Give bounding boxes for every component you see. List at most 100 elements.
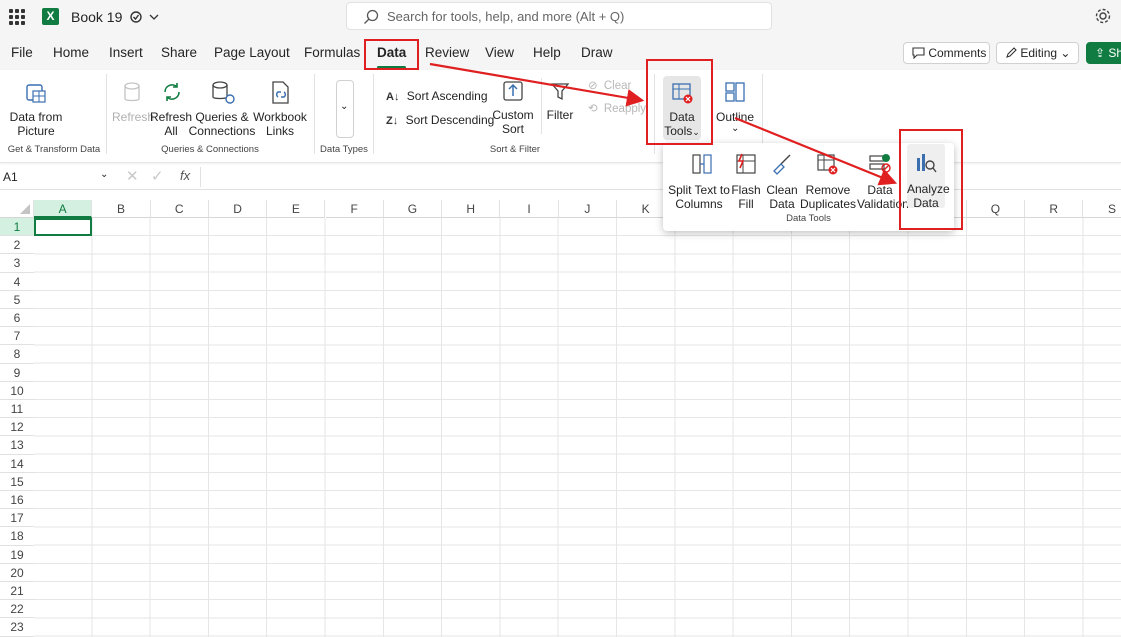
tab-home[interactable]: Home bbox=[53, 45, 89, 60]
editing-mode-button[interactable]: Editing ⌄ bbox=[996, 42, 1079, 64]
clean-data-button[interactable]: Clean Data bbox=[765, 147, 799, 211]
tab-draw[interactable]: Draw bbox=[581, 45, 613, 60]
row-header-19[interactable]: 19 bbox=[0, 546, 34, 564]
tab-review[interactable]: Review bbox=[425, 45, 469, 60]
row-header-11[interactable]: 11 bbox=[0, 400, 34, 419]
column-header-g[interactable]: G bbox=[383, 200, 443, 218]
comment-icon bbox=[912, 47, 925, 60]
reapply-filter-button[interactable]: ⟲ Reapply bbox=[588, 101, 646, 115]
chevron-down-icon: ⌄ bbox=[340, 101, 349, 112]
row-header-16[interactable]: 16 bbox=[0, 491, 34, 510]
row-header-13[interactable]: 13 bbox=[0, 436, 34, 455]
row-header-17[interactable]: 17 bbox=[0, 509, 34, 528]
queries-connections-icon bbox=[212, 81, 235, 104]
column-header-i[interactable]: I bbox=[500, 200, 559, 218]
filter-label: Filter bbox=[546, 108, 574, 122]
data-validation-button[interactable]: Data Validation bbox=[857, 147, 909, 211]
row-header-7[interactable]: 7 bbox=[0, 327, 34, 346]
tab-share[interactable]: Share bbox=[161, 45, 197, 60]
share-label: Sh bbox=[1108, 46, 1121, 60]
row-header-8[interactable]: 8 bbox=[0, 345, 34, 364]
clean-data-label-2: Data bbox=[769, 197, 795, 211]
app-launcher-icon[interactable] bbox=[9, 9, 25, 25]
worksheet-grid: ABCDEFGHIJKLMNOPQRS 12345678910111213141… bbox=[0, 200, 1121, 637]
flash-fill-button[interactable]: Flash Fill bbox=[731, 147, 761, 211]
column-header-b[interactable]: B bbox=[92, 200, 151, 218]
sort-descending-label: Sort Descending bbox=[405, 113, 495, 127]
remove-duplicates-icon bbox=[817, 154, 838, 175]
data-validation-label-2: Validation bbox=[857, 197, 909, 211]
excel-logo-icon: X bbox=[42, 8, 59, 25]
row-header-1[interactable]: 1 bbox=[0, 218, 34, 237]
row-header-4[interactable]: 4 bbox=[0, 273, 34, 291]
row-header-6[interactable]: 6 bbox=[0, 309, 34, 328]
name-box[interactable]: A1 ⌄ bbox=[0, 165, 112, 189]
check-icon[interactable]: ✓ bbox=[151, 167, 164, 185]
clear-filter-icon: ⊘ bbox=[588, 80, 598, 92]
refresh-all-label-1: Refresh bbox=[150, 110, 193, 124]
select-all-triangle-icon bbox=[20, 204, 30, 214]
sync-status-icon bbox=[130, 11, 159, 23]
column-header-d[interactable]: D bbox=[208, 200, 268, 218]
insert-function-icon[interactable]: fx bbox=[180, 168, 190, 183]
row-header-15[interactable]: 15 bbox=[0, 473, 34, 491]
column-header-r[interactable]: R bbox=[1025, 200, 1084, 218]
group-data-types: Data Types bbox=[320, 144, 368, 155]
chevron-down-icon: ⌄ bbox=[100, 169, 109, 180]
data-types-gallery[interactable]: ⌄ bbox=[336, 80, 354, 138]
tab-file[interactable]: File bbox=[11, 45, 33, 60]
column-header-h[interactable]: H bbox=[442, 200, 501, 218]
data-validation-icon bbox=[869, 154, 891, 173]
active-cell-a1[interactable] bbox=[34, 218, 92, 236]
sort-descending-button[interactable]: Z↓ Sort Descending bbox=[386, 113, 494, 127]
tab-insert[interactable]: Insert bbox=[109, 45, 143, 60]
tab-formulas[interactable]: Formulas bbox=[304, 45, 360, 60]
column-header-j[interactable]: J bbox=[558, 200, 617, 218]
column-header-s[interactable]: S bbox=[1083, 200, 1121, 218]
sort-ascending-button[interactable]: A↓ Sort Ascending bbox=[386, 89, 488, 103]
ribbon-separator bbox=[762, 74, 763, 154]
document-title[interactable]: Book 19 bbox=[71, 9, 160, 25]
comments-button[interactable]: Comments bbox=[903, 42, 990, 64]
group-sort-filter: Sort & Filter bbox=[489, 144, 541, 155]
cancel-icon[interactable]: ✕ bbox=[126, 167, 139, 185]
remove-duplicates-button[interactable]: Remove Duplicates bbox=[799, 147, 857, 211]
column-header-q[interactable]: Q bbox=[966, 200, 1026, 218]
row-header-12[interactable]: 12 bbox=[0, 418, 34, 437]
tab-page-layout[interactable]: Page Layout bbox=[214, 45, 290, 60]
formula-input[interactable] bbox=[200, 167, 1121, 187]
comments-label: Comments bbox=[928, 46, 987, 60]
row-header-2[interactable]: 2 bbox=[0, 236, 34, 255]
database-refresh-icon bbox=[124, 82, 140, 102]
row-header-21[interactable]: 21 bbox=[0, 582, 34, 601]
row-header-5[interactable]: 5 bbox=[0, 291, 34, 309]
row-header-3[interactable]: 3 bbox=[0, 254, 34, 273]
editing-label: Editing bbox=[1020, 46, 1058, 60]
column-header-c[interactable]: C bbox=[150, 200, 209, 218]
row-header-9[interactable]: 9 bbox=[0, 364, 34, 382]
outline-label: Outline bbox=[715, 110, 755, 124]
row-header-23[interactable]: 23 bbox=[0, 618, 34, 637]
select-all-corner[interactable] bbox=[0, 200, 34, 218]
settings-gear-icon[interactable] bbox=[1094, 7, 1112, 25]
column-header-a[interactable]: A bbox=[34, 200, 93, 218]
row-header-18[interactable]: 18 bbox=[0, 527, 34, 546]
clear-filter-button[interactable]: ⊘ Clear bbox=[588, 78, 631, 92]
column-header-e[interactable]: E bbox=[267, 200, 326, 218]
row-header-14[interactable]: 14 bbox=[0, 455, 34, 473]
search-placeholder: Search for tools, help, and more (Alt + … bbox=[387, 9, 625, 24]
row-header-20[interactable]: 20 bbox=[0, 564, 34, 582]
row-header-10[interactable]: 10 bbox=[0, 382, 34, 400]
tab-view[interactable]: View bbox=[485, 45, 514, 60]
share-button[interactable]: ⇪ Sh bbox=[1086, 42, 1121, 64]
row-header-22[interactable]: 22 bbox=[0, 600, 34, 619]
ribbon-separator bbox=[106, 74, 107, 154]
column-header-f[interactable]: F bbox=[325, 200, 384, 218]
cell-area[interactable] bbox=[34, 218, 1121, 637]
sort-descending-icon: Z↓ bbox=[386, 115, 399, 127]
tab-help[interactable]: Help bbox=[533, 45, 561, 60]
split-text-to-columns-button[interactable]: Split Text to Columns bbox=[667, 147, 731, 211]
flash-fill-label-1: Flash bbox=[731, 183, 761, 197]
queries-connections-label-2: Connections bbox=[188, 124, 256, 138]
search-box[interactable]: Search for tools, help, and more (Alt + … bbox=[346, 2, 772, 30]
